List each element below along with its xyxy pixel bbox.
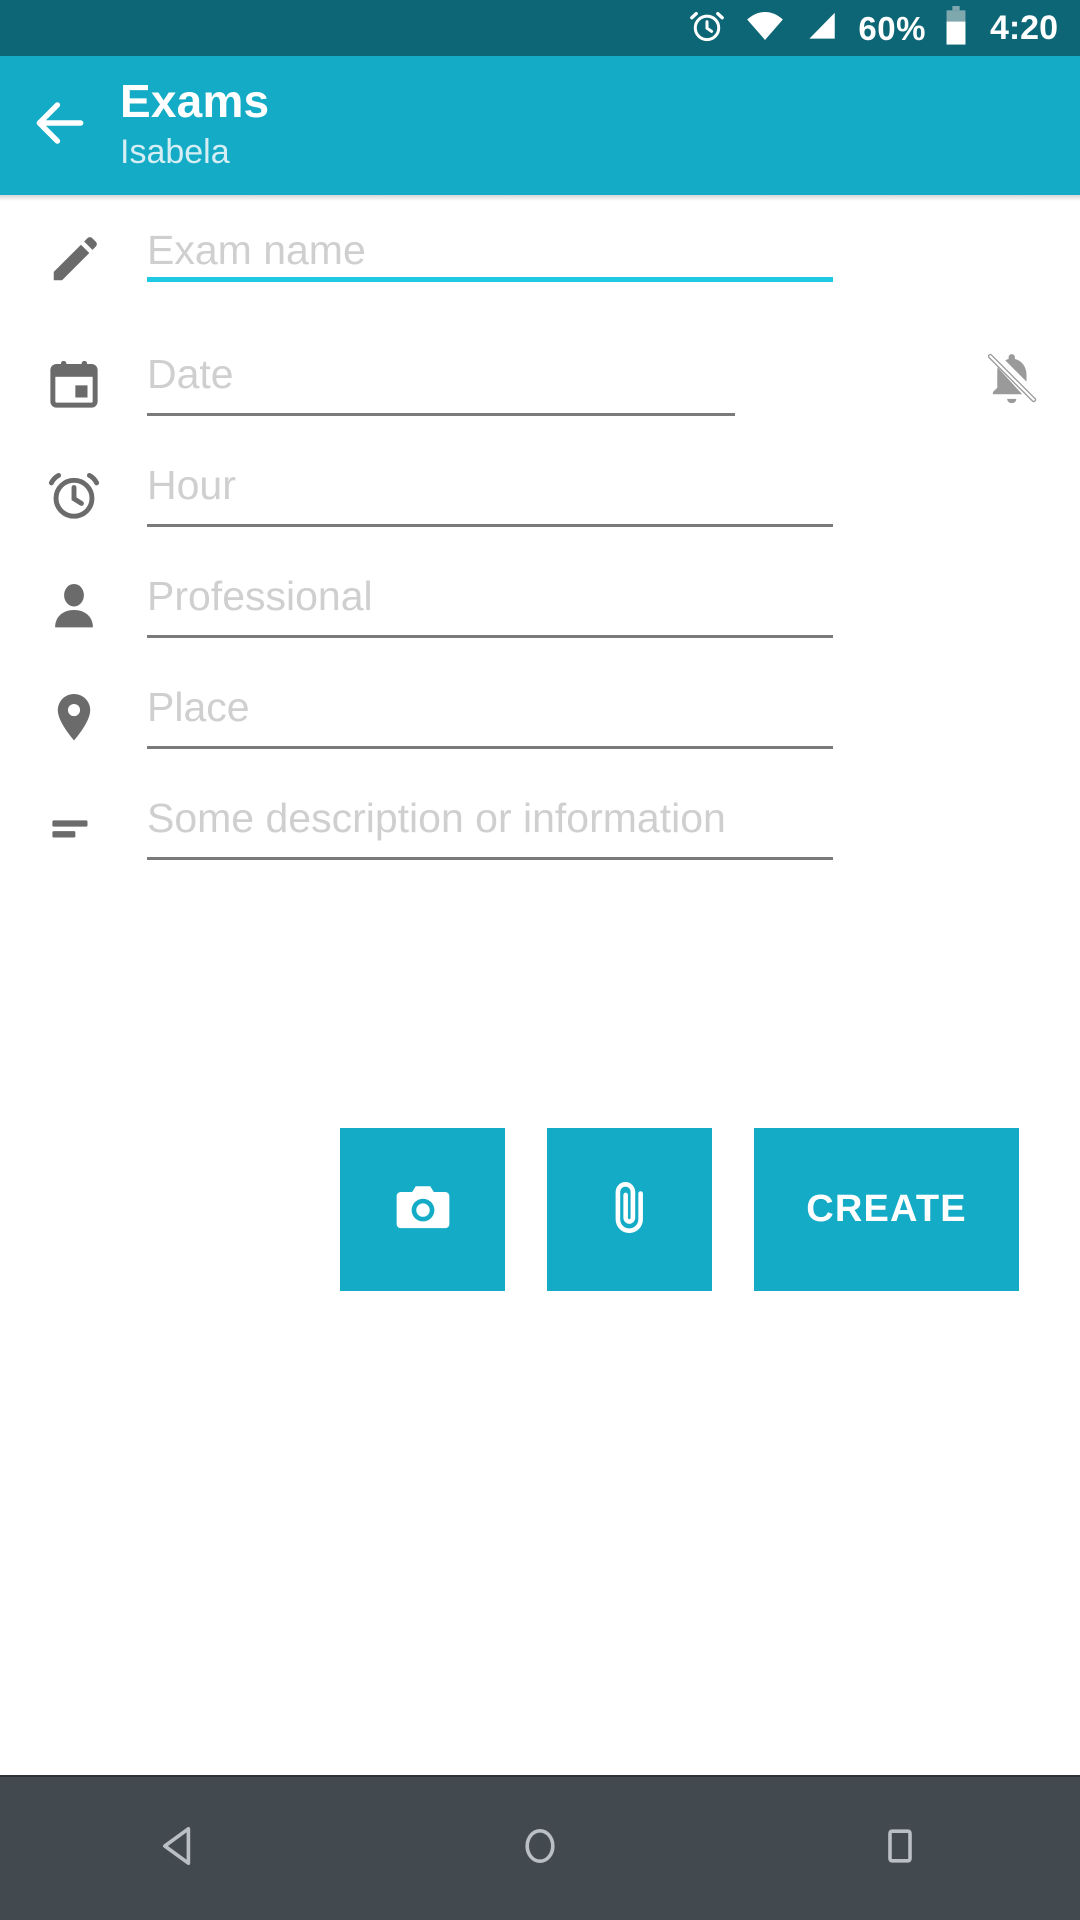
- professional-underline: [147, 635, 833, 638]
- app-screen: 60% 4:20 Exams Isabela Exam name Date Ho…: [0, 0, 1080, 1920]
- date-input[interactable]: [147, 351, 1080, 398]
- app-bar-titles: Exams Isabela: [120, 77, 269, 173]
- location-pin-icon: [0, 658, 147, 769]
- notifications-off-icon: [983, 350, 1041, 413]
- action-buttons-row: CREATE: [0, 1128, 1080, 1291]
- nav-back-button[interactable]: [90, 1776, 270, 1920]
- wifi-icon: [744, 9, 786, 48]
- battery-percent-label: 60%: [858, 9, 926, 47]
- exam-name-underline: [147, 277, 833, 282]
- exam-form: [0, 201, 1080, 880]
- field-row-description: [0, 769, 1080, 880]
- back-button[interactable]: [0, 56, 120, 195]
- back-arrow-icon: [29, 92, 91, 159]
- nav-recents-square-icon: [876, 1822, 924, 1875]
- pencil-icon: [0, 201, 147, 312]
- paperclip-icon: [601, 1179, 659, 1240]
- hour-underline: [147, 524, 833, 527]
- status-bar: 60% 4:20: [0, 0, 1080, 56]
- create-button[interactable]: CREATE: [754, 1128, 1019, 1291]
- nav-recents-button[interactable]: [810, 1776, 990, 1920]
- alarm-clock-icon: [0, 436, 147, 547]
- field-wrap-description: [147, 769, 1080, 880]
- status-bar-clock: 4:20: [989, 9, 1058, 47]
- field-row-date: [0, 325, 1080, 436]
- field-row-exam-name: [0, 201, 1080, 325]
- description-underline: [147, 857, 833, 860]
- place-underline: [147, 746, 833, 749]
- field-wrap-date: [147, 325, 1080, 436]
- app-bar: Exams Isabela: [0, 56, 1080, 195]
- field-wrap-exam-name: [147, 201, 1080, 312]
- date-underline: [147, 413, 735, 416]
- status-bar-icons: 60% 4:20: [688, 5, 1058, 51]
- field-wrap-professional: [147, 547, 1080, 658]
- page-title: Exams: [120, 75, 270, 128]
- nav-home-button[interactable]: [450, 1776, 630, 1920]
- hour-input[interactable]: [147, 462, 1080, 509]
- notes-icon: [0, 769, 147, 880]
- exam-name-input[interactable]: [147, 227, 1080, 274]
- person-icon: [0, 547, 147, 658]
- android-nav-bar: [0, 1775, 1080, 1920]
- battery-icon: [944, 5, 968, 51]
- calendar-icon: [0, 325, 147, 436]
- page-subtitle: Isabela: [120, 132, 230, 171]
- nav-home-circle-icon: [516, 1822, 564, 1875]
- attach-file-button[interactable]: [547, 1128, 712, 1291]
- place-input[interactable]: [147, 684, 1080, 731]
- notifications-off-button[interactable]: [974, 343, 1050, 419]
- nav-back-triangle-icon: [156, 1822, 204, 1875]
- take-photo-button[interactable]: [340, 1128, 505, 1291]
- field-wrap-place: [147, 658, 1080, 769]
- field-wrap-hour: [147, 436, 1080, 547]
- camera-icon: [392, 1177, 454, 1242]
- cell-signal-icon: [804, 9, 840, 48]
- field-row-hour: [0, 436, 1080, 547]
- field-row-place: [0, 658, 1080, 769]
- description-input[interactable]: [147, 795, 1080, 842]
- professional-input[interactable]: [147, 573, 1080, 620]
- alarm-icon: [688, 7, 726, 50]
- field-row-professional: [0, 547, 1080, 658]
